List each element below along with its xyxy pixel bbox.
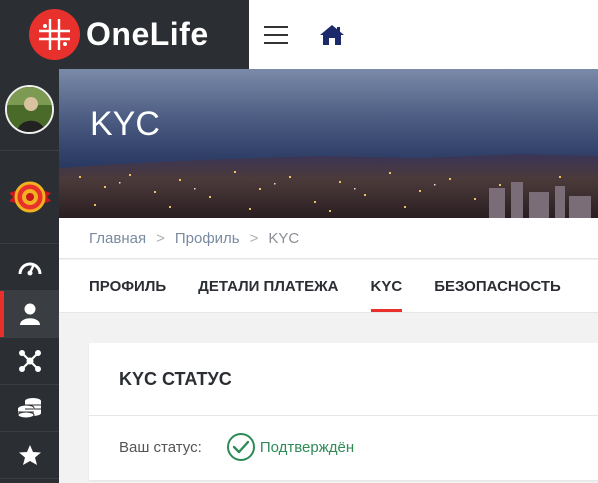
breadcrumb-current: KYC xyxy=(268,229,300,247)
breadcrumb-home[interactable]: Главная xyxy=(89,230,146,247)
breadcrumb-profile[interactable]: Профиль xyxy=(175,230,240,247)
brand-logo[interactable]: OneLife xyxy=(0,0,249,69)
sidebar xyxy=(0,69,59,483)
dashboard-icon xyxy=(18,262,41,276)
user-icon xyxy=(19,303,40,325)
top-bar xyxy=(249,0,598,69)
check-circle-icon xyxy=(226,433,255,461)
status-value: Подтверждён xyxy=(259,438,355,456)
coins-icon xyxy=(17,398,41,419)
onelife-logo-icon xyxy=(29,9,80,60)
kyc-status-card: KYC СТАТУС Ваш статус: Подтверждён xyxy=(89,343,598,480)
rank-badge[interactable] xyxy=(0,151,59,244)
sidebar-item-profile[interactable] xyxy=(0,291,59,338)
sidebar-profile[interactable] xyxy=(0,69,59,151)
sidebar-item-network[interactable] xyxy=(0,338,59,385)
home-icon[interactable] xyxy=(319,24,345,46)
tab-profile[interactable]: ПРОФИЛЬ xyxy=(89,260,166,312)
breadcrumb-separator: > xyxy=(249,229,259,247)
avatar[interactable] xyxy=(5,85,54,134)
breadcrumb: Главная > Профиль > KYC xyxy=(59,218,598,259)
status-label: Ваш статус: xyxy=(119,438,202,456)
tab-payment-details[interactable]: ДЕТАЛИ ПЛАТЕЖА xyxy=(198,260,338,312)
page-title: KYC xyxy=(90,105,160,143)
sidebar-item-dashboard[interactable] xyxy=(0,244,59,291)
tab-kyc[interactable]: KYC xyxy=(370,260,402,312)
star-icon xyxy=(18,445,41,465)
city-skyline-image xyxy=(59,154,598,218)
breadcrumb-separator: > xyxy=(156,229,165,247)
card-title: KYC СТАТУС xyxy=(89,343,598,416)
status-row: Ваш статус: Подтверждён xyxy=(89,416,598,478)
tab-security[interactable]: БЕЗОПАСНОСТЬ xyxy=(434,260,561,312)
sidebar-item-finance[interactable] xyxy=(0,385,59,432)
network-icon xyxy=(18,350,41,372)
menu-icon[interactable] xyxy=(264,25,288,44)
brand-name: OneLife xyxy=(86,16,209,52)
sidebar-item-favorites[interactable] xyxy=(0,432,59,479)
hero-banner: KYC xyxy=(59,69,598,218)
rank-badge-icon xyxy=(8,181,51,213)
profile-tabs: ПРОФИЛЬ ДЕТАЛИ ПЛАТЕЖА KYC БЕЗОПАСНОСТЬ xyxy=(59,260,598,313)
